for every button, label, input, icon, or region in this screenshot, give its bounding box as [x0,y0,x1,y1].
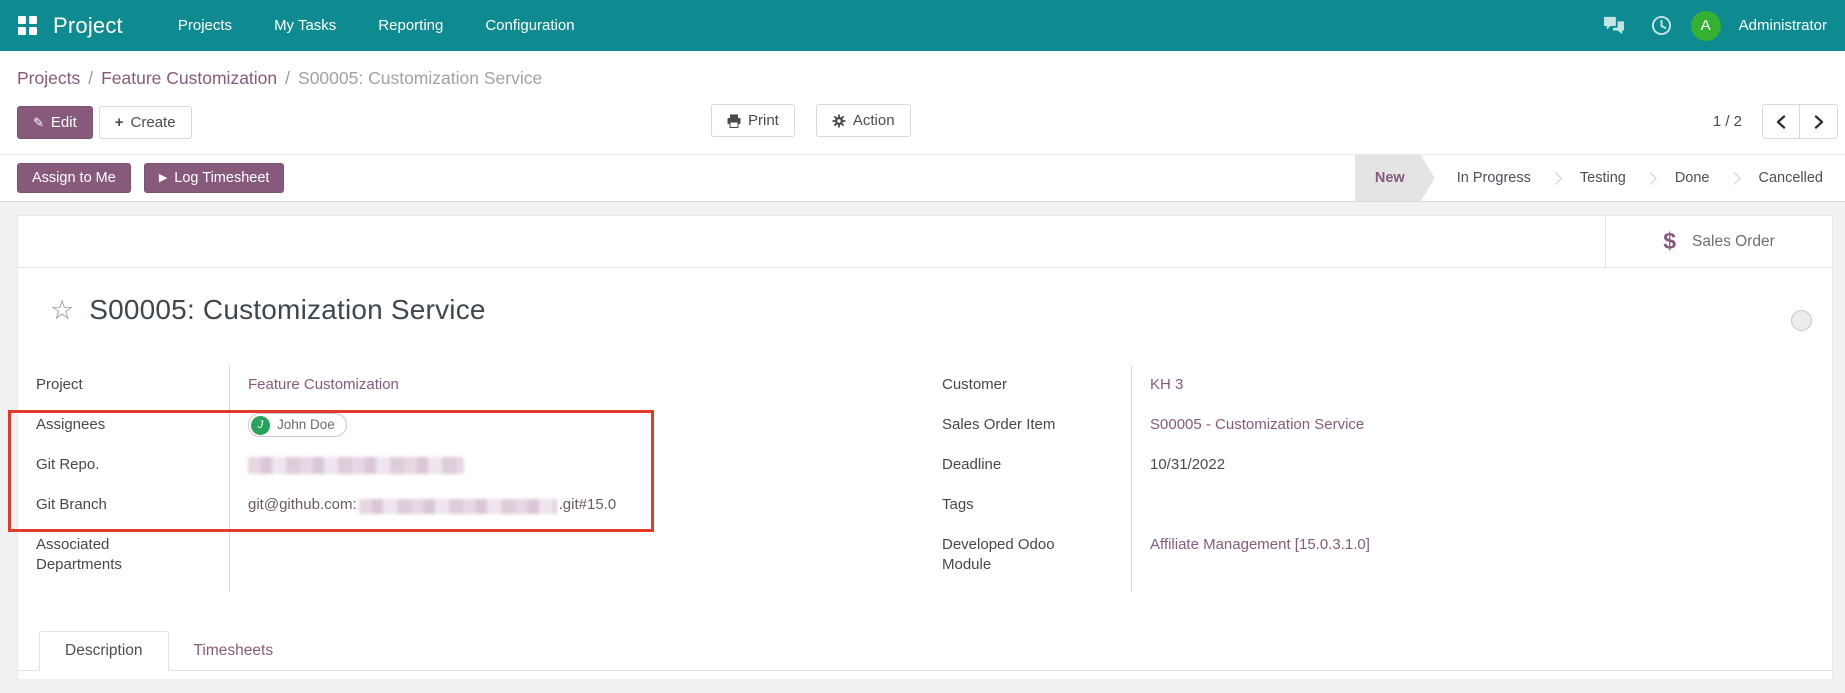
pencil-icon: ✎ [33,115,44,130]
activities-clock-icon[interactable] [1643,7,1681,45]
apps-grid-icon[interactable] [18,16,37,35]
field-row-deadline: Deadline 10/31/2022 [942,446,1832,486]
nav-item-projects[interactable]: Projects [157,0,253,51]
field-label: Sales Order Item [942,416,1056,433]
field-row-tags: Tags [942,486,1832,526]
field-row-assignees: Assignees J John Doe [36,406,925,446]
field-label: Git Branch [36,496,107,513]
redacted-git-branch-segment [358,498,557,514]
top-navbar: Project Projects My Tasks Reporting Conf… [0,0,1845,51]
tab-description[interactable]: Description [39,631,169,671]
field-row-project: Project Feature Customization [36,366,925,406]
project-link[interactable]: Feature Customization [248,376,399,393]
associated-departments-value[interactable] [229,526,925,592]
control-panel: Projects / Feature Customization / S00005: C… [0,51,1845,155]
smart-button-row: $ Sales Order [18,216,1832,268]
stage-done[interactable]: Done [1653,155,1732,201]
field-row-git-branch: Git Branch git@github.com: .git#15.0 [36,486,925,526]
field-label: Developed Odoo Module [942,536,1055,573]
fields-left-column: Project Feature Customization Assignees … [18,366,925,592]
nav-item-reporting[interactable]: Reporting [357,0,464,51]
field-label: Deadline [942,456,1002,473]
breadcrumb-projects[interactable]: Projects [17,68,80,88]
field-label: Project [36,376,83,393]
breadcrumb-separator: / [88,68,94,88]
fields-area: Project Feature Customization Assignees … [18,366,1832,592]
stage-testing[interactable]: Testing [1558,155,1648,201]
dollar-icon: $ [1663,228,1677,254]
breadcrumb-current: S00005: Customization Service [298,68,543,88]
field-row-customer: Customer KH 3 [942,366,1832,406]
tags-value[interactable] [1131,486,1832,526]
gear-icon [832,114,846,128]
breadcrumb-separator: / [285,68,291,88]
plus-icon: + [114,114,124,131]
sales-order-item-link[interactable]: S00005 - Customization Service [1150,416,1364,433]
pager-previous-button[interactable] [1763,105,1800,138]
control-panel-buttons: ✎ Edit + Create Print Action 1 / 2 [17,104,1845,141]
kanban-state-indicator[interactable] [1791,310,1812,331]
developed-odoo-module-link[interactable]: Affiliate Management [15.0.3.1.0] [1150,536,1370,553]
field-row-developed-odoo-module: Developed Odoo Module Affiliate Manageme… [942,526,1832,592]
assignee-name: John Doe [277,417,335,432]
printer-icon [727,114,741,128]
pager-counter: 1 / 2 [1712,113,1742,130]
app-brand[interactable]: Project [53,13,123,39]
field-label: Customer [942,376,1008,393]
notebook-tabs: Description Timesheets [18,629,1832,671]
stage-in-progress[interactable]: In Progress [1435,155,1553,201]
breadcrumb: Projects / Feature Customization / S00005: C… [17,64,1845,92]
field-label: Git Repo. [36,456,100,473]
status-bar: Assign to Me ▶ Log Timesheet New In Prog… [0,155,1845,202]
action-button[interactable]: Action [815,104,911,137]
tab-timesheets[interactable]: Timesheets [169,632,299,670]
pager [1762,104,1838,139]
task-form-sheet: $ Sales Order ☆ S00005: Customization Se… [17,215,1833,679]
log-timesheet-button[interactable]: ▶ Log Timesheet [143,163,285,193]
title-row: ☆ S00005: Customization Service [18,268,1832,326]
assignee-avatar: J [251,415,270,435]
field-label: Tags [942,496,974,513]
breadcrumb-feature-customization[interactable]: Feature Customization [101,68,277,88]
task-title: S00005: Customization Service [89,294,486,325]
stage-cancelled[interactable]: Cancelled [1737,155,1845,201]
assignee-tag[interactable]: J John Doe [248,413,347,437]
print-button[interactable]: Print [711,104,795,137]
sheet-background: $ Sales Order ☆ S00005: Customization Se… [0,202,1845,679]
messages-icon[interactable] [1595,7,1633,45]
field-row-associated-departments: Associated Departments [36,526,925,592]
field-row-sales-order-item: Sales Order Item S00005 - Customization … [942,406,1832,446]
user-name[interactable]: Administrator [1739,17,1827,34]
sales-order-smart-button[interactable]: $ Sales Order [1605,216,1832,267]
redacted-git-repo-value [248,457,464,475]
stage-pipeline: New In Progress Testing Done Cancelled [1355,155,1845,201]
nav-item-my-tasks[interactable]: My Tasks [253,0,357,51]
deadline-value: 10/31/2022 [1131,446,1832,486]
edit-button[interactable]: ✎ Edit [17,106,93,139]
assign-to-me-button[interactable]: Assign to Me [17,163,131,193]
play-icon: ▶ [158,171,168,184]
create-button[interactable]: + Create [98,106,192,139]
nav-menu: Projects My Tasks Reporting Configuratio… [157,0,596,51]
field-label: Assignees [36,416,106,433]
user-avatar[interactable]: A [1690,10,1721,41]
favorite-star-icon[interactable]: ☆ [50,296,74,324]
stage-new[interactable]: New [1355,155,1435,201]
field-row-git-repo: Git Repo. [36,446,925,486]
fields-right-column: Customer KH 3 Sales Order Item S00005 - … [925,366,1832,592]
navbar-right: A Administrator [1595,7,1831,45]
field-label: Associated Departments [36,536,122,573]
nav-item-configuration[interactable]: Configuration [464,0,595,51]
customer-link[interactable]: KH 3 [1150,376,1183,393]
pager-next-button[interactable] [1800,105,1837,138]
git-branch-value: git@github.com: .git#15.0 [229,486,925,526]
